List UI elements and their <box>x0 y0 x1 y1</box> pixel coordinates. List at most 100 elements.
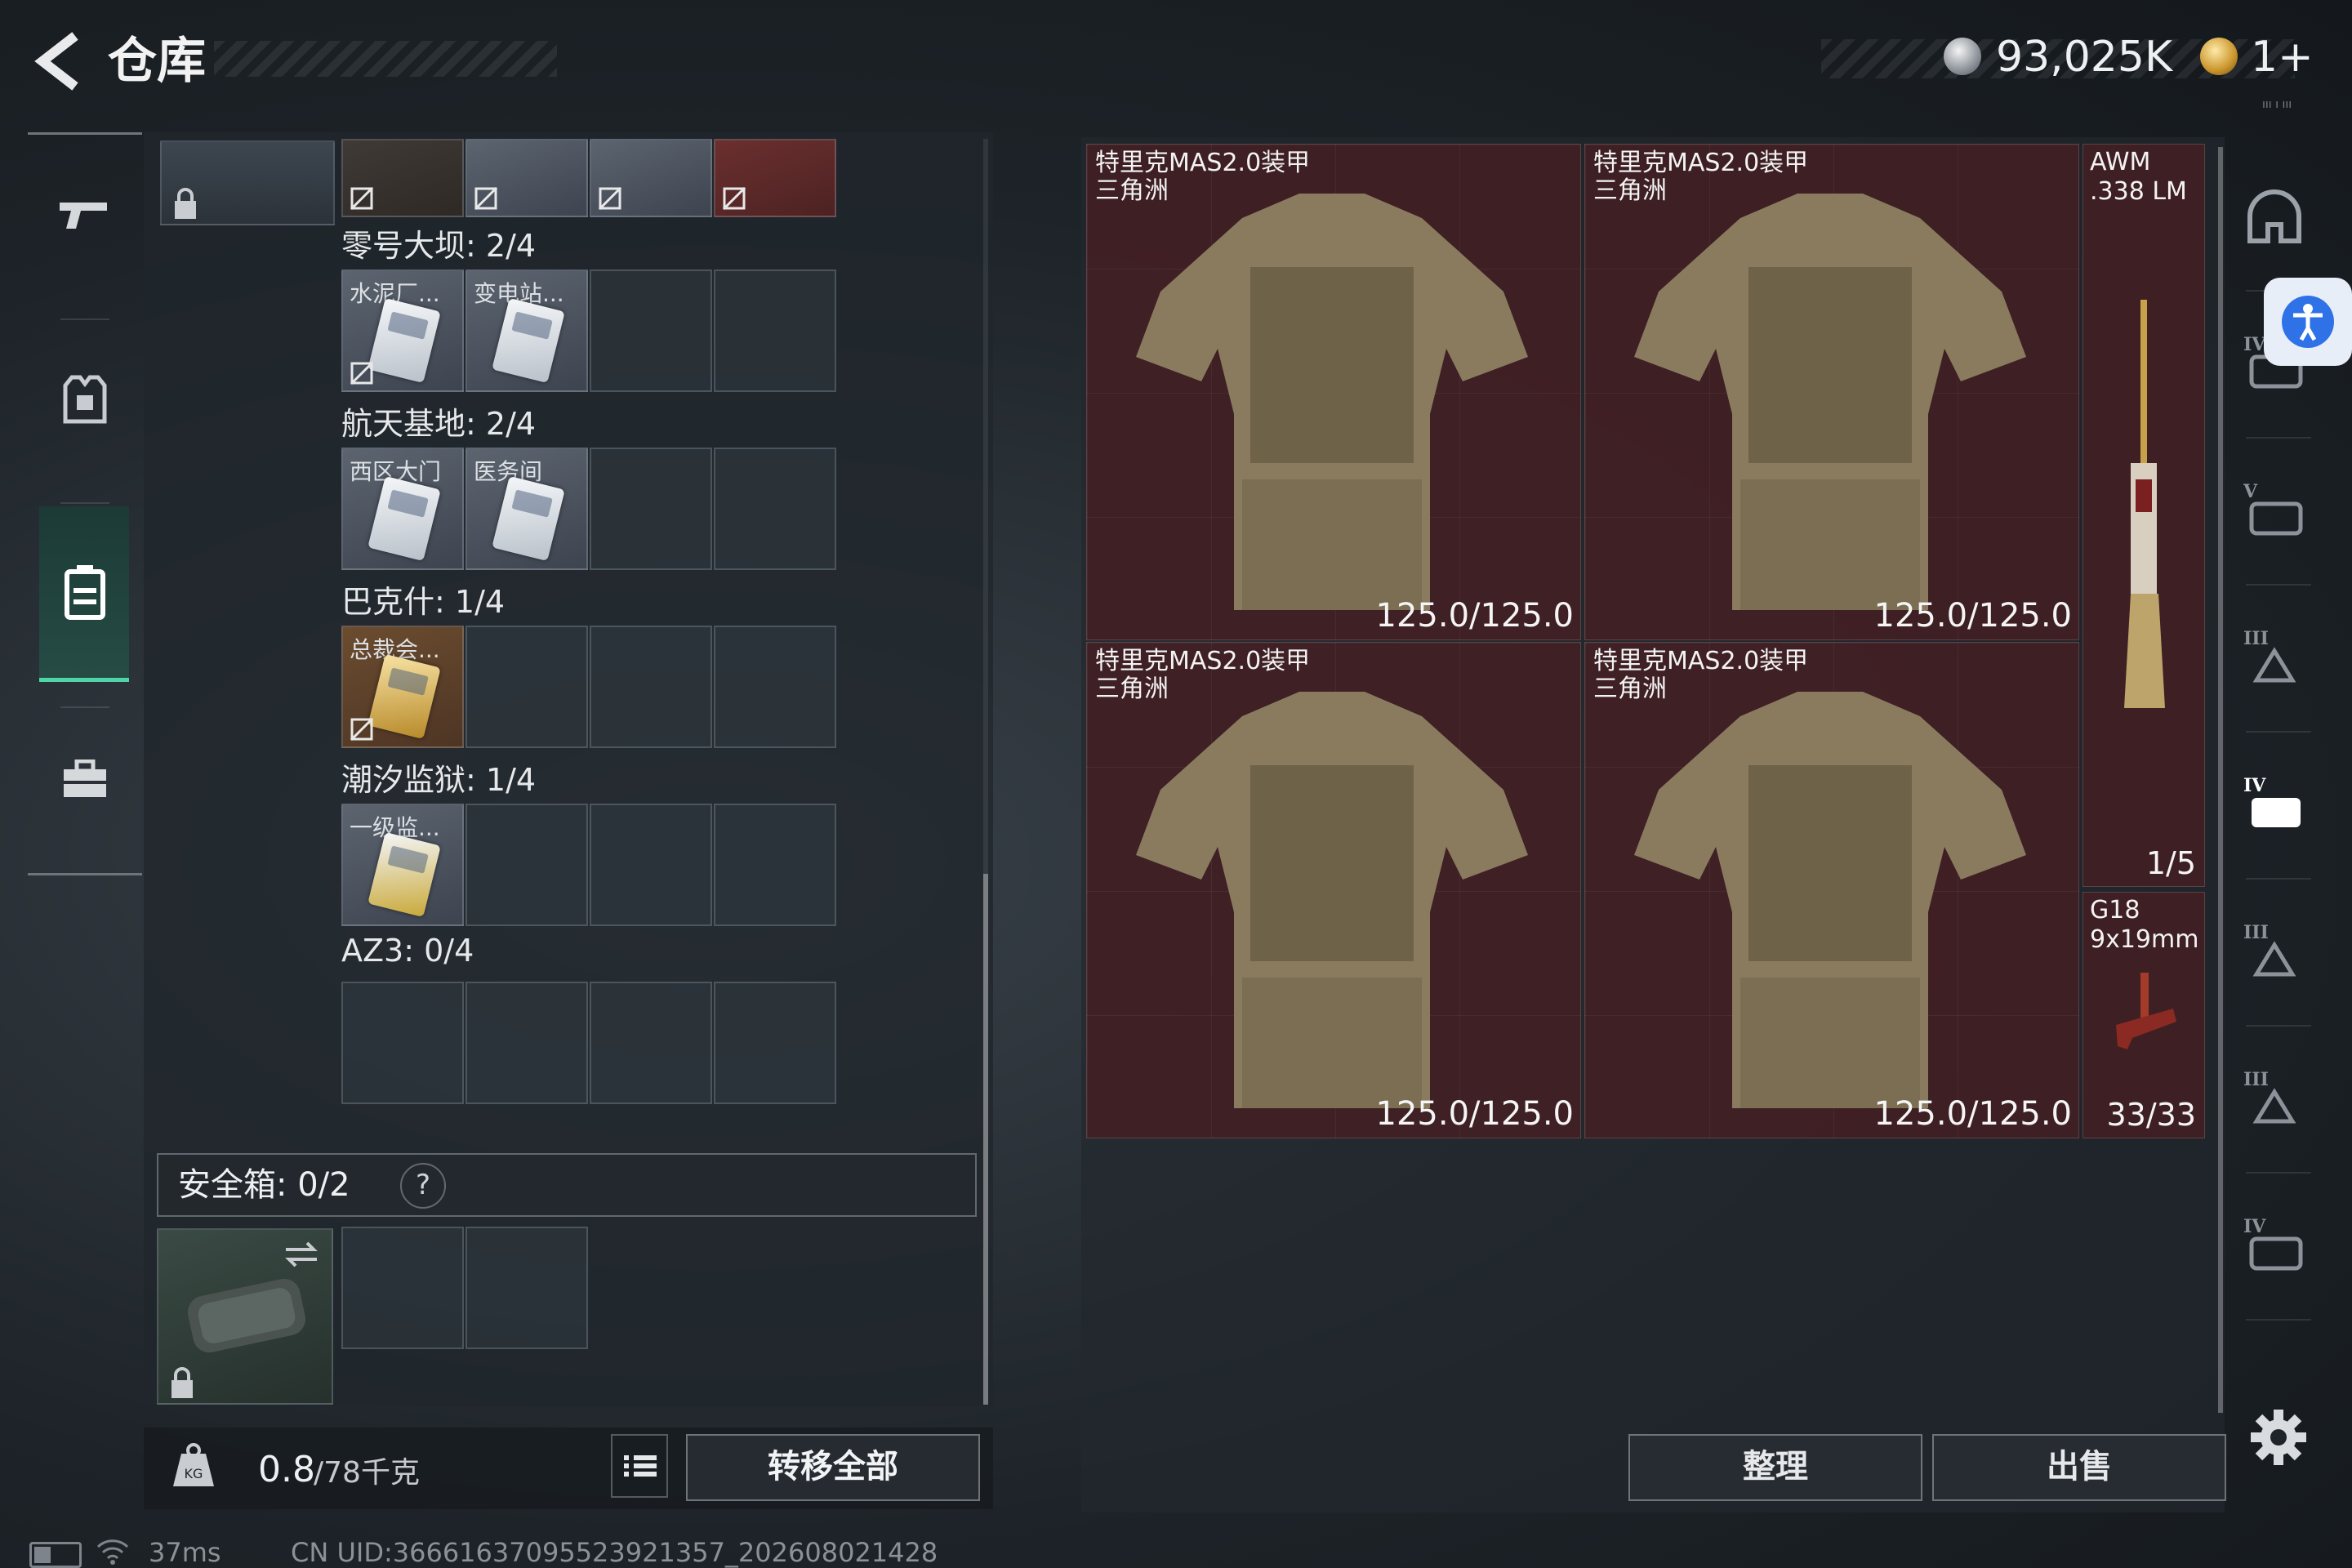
back-arrow-icon <box>34 32 78 91</box>
back-button[interactable] <box>24 24 98 98</box>
armor-item[interactable]: 特里克MAS2.0装甲 三角洲 125.0/125.0 <box>1086 642 1581 1138</box>
gear-icon <box>2251 1410 2306 1465</box>
card-slot[interactable] <box>714 139 836 217</box>
empty-slot[interactable] <box>341 982 464 1104</box>
weapon-item-awm[interactable]: AWM .338 LM 1/5 <box>2082 144 2205 887</box>
empty-slot[interactable] <box>590 270 712 392</box>
safe-box-item[interactable] <box>157 1228 333 1405</box>
rnav-item-armor-5[interactable]: III <box>2238 915 2311 988</box>
empty-slot[interactable] <box>590 626 712 748</box>
group-label: 巴克什: 1/4 <box>341 584 506 620</box>
armor-item[interactable]: 特里克MAS2.0装甲 三角洲 125.0/125.0 <box>1086 144 1581 640</box>
nav-item-weapons[interactable] <box>28 135 142 298</box>
empty-slot[interactable] <box>714 448 836 570</box>
page-title: 仓库 <box>108 33 206 90</box>
help-icon[interactable]: ? <box>400 1163 446 1209</box>
gun-icon <box>60 203 107 229</box>
transfer-all-button[interactable]: 转移全部 <box>686 1434 980 1501</box>
weapon-count: 1/5 <box>2145 845 2196 881</box>
nav-item-case[interactable] <box>28 698 142 862</box>
rnav-item-armor-7[interactable]: IV <box>2238 1209 2311 1282</box>
card-slot[interactable]: 总裁会... <box>341 626 464 748</box>
group-name: 巴克什 <box>341 584 435 620</box>
group-name: 零号大坝 <box>341 228 466 264</box>
settings-button[interactable] <box>2246 1405 2311 1470</box>
rnav-item-helmet[interactable] <box>2238 181 2311 255</box>
group-count: 2/4 <box>485 228 537 264</box>
empty-slot[interactable] <box>466 982 588 1104</box>
empty-slot[interactable] <box>714 982 836 1104</box>
empty-slot[interactable] <box>714 804 836 926</box>
armor-name: 特里克MAS2.0装甲 三角洲 <box>1095 647 1311 703</box>
unlinked-icon <box>350 361 374 385</box>
svg-text:III: III <box>2243 628 2269 649</box>
card-row-0 <box>341 139 838 217</box>
empty-slot[interactable] <box>341 1227 464 1349</box>
nav-item-armor[interactable] <box>28 318 142 482</box>
card-slot[interactable] <box>341 139 464 217</box>
inventory-scrollbar[interactable] <box>983 874 988 1405</box>
weapon-item-g18[interactable]: G18 9x19mm 33/33 <box>2082 892 2205 1138</box>
rnav-separator <box>2246 731 2311 733</box>
armor-durability: 125.0/125.0 <box>1873 1095 2073 1133</box>
svg-text:IV: IV <box>2243 775 2266 796</box>
vest-tier-icon: III <box>2243 628 2296 683</box>
gold-coin-icon <box>2200 38 2238 75</box>
unlinked-icon <box>722 186 746 211</box>
weight-kg-icon: KG <box>170 1442 217 1490</box>
empty-slot[interactable] <box>590 804 712 926</box>
group-count: 1/4 <box>454 584 506 620</box>
currency-silver-amount[interactable]: 93,025K <box>1996 31 2172 83</box>
sell-button[interactable]: 出售 <box>1932 1434 2226 1501</box>
card-slot[interactable]: 西区大门 <box>341 448 464 570</box>
empty-slot[interactable] <box>466 1227 588 1349</box>
card-slot[interactable]: 水泥厂... <box>341 270 464 392</box>
card-slot[interactable]: 医务间 <box>466 448 588 570</box>
svg-text:III: III <box>2243 922 2269 943</box>
rnav-item-armor-3[interactable]: III <box>2238 621 2311 694</box>
empty-slot[interactable] <box>590 448 712 570</box>
card-row: 总裁会... <box>341 626 838 748</box>
nav-separator <box>60 502 109 504</box>
rnav-separator <box>2246 1025 2311 1027</box>
armor-item[interactable]: 特里克MAS2.0装甲 三角洲 125.0/125.0 <box>1584 144 2079 640</box>
vest-tier-icon: V <box>2243 481 2303 536</box>
weight-current: 0.8 <box>258 1449 315 1490</box>
safe-box-count: 0/2 <box>297 1166 350 1204</box>
armor-name: 特里克MAS2.0装甲 三角洲 <box>1593 647 1809 703</box>
toolbox-icon <box>64 760 106 797</box>
rnav-item-armor-6[interactable]: III <box>2238 1062 2311 1135</box>
card-slot[interactable]: 一级监... <box>341 804 464 926</box>
sniper-rifle-image <box>2124 300 2165 708</box>
card-slot[interactable] <box>590 139 712 217</box>
group-count: 1/4 <box>485 762 537 798</box>
rnav-item-armor-2[interactable]: V <box>2238 474 2311 547</box>
card-slot[interactable]: 变电站... <box>466 270 588 392</box>
weapon-count: 33/33 <box>2106 1097 2196 1133</box>
empty-slot[interactable] <box>466 804 588 926</box>
nav-item-backpack[interactable] <box>28 510 142 674</box>
card-slot[interactable] <box>466 139 588 217</box>
keycard-image <box>368 475 441 562</box>
list-view-button[interactable] <box>611 1434 668 1498</box>
group-label: 零号大坝: 2/4 <box>341 228 537 264</box>
currency-gold-amount[interactable]: 1+ <box>2251 31 2314 83</box>
empty-slot[interactable] <box>714 270 836 392</box>
armor-item[interactable]: 特里克MAS2.0装甲 三角洲 125.0/125.0 <box>1584 642 2079 1138</box>
ping-text: 37ms <box>149 1537 221 1568</box>
sort-button[interactable]: 整理 <box>1628 1434 1922 1501</box>
empty-slot[interactable] <box>590 982 712 1104</box>
rnav-item-armor-4-active[interactable]: IV <box>2238 768 2311 841</box>
svg-text:III: III <box>2243 1069 2269 1090</box>
swap-icon[interactable] <box>281 1238 322 1271</box>
left-nav <box>28 132 142 875</box>
locked-item-slot[interactable] <box>160 140 335 225</box>
group-name: 航天基地 <box>341 406 466 442</box>
weapon-name: G18 9x19mm <box>2090 896 2199 954</box>
container-scrollbar[interactable] <box>2218 147 2223 1413</box>
card-row <box>341 982 838 1104</box>
empty-slot[interactable] <box>714 626 836 748</box>
lock-icon <box>172 1367 193 1398</box>
armor-durability: 125.0/125.0 <box>1375 1095 1575 1133</box>
empty-slot[interactable] <box>466 626 588 748</box>
